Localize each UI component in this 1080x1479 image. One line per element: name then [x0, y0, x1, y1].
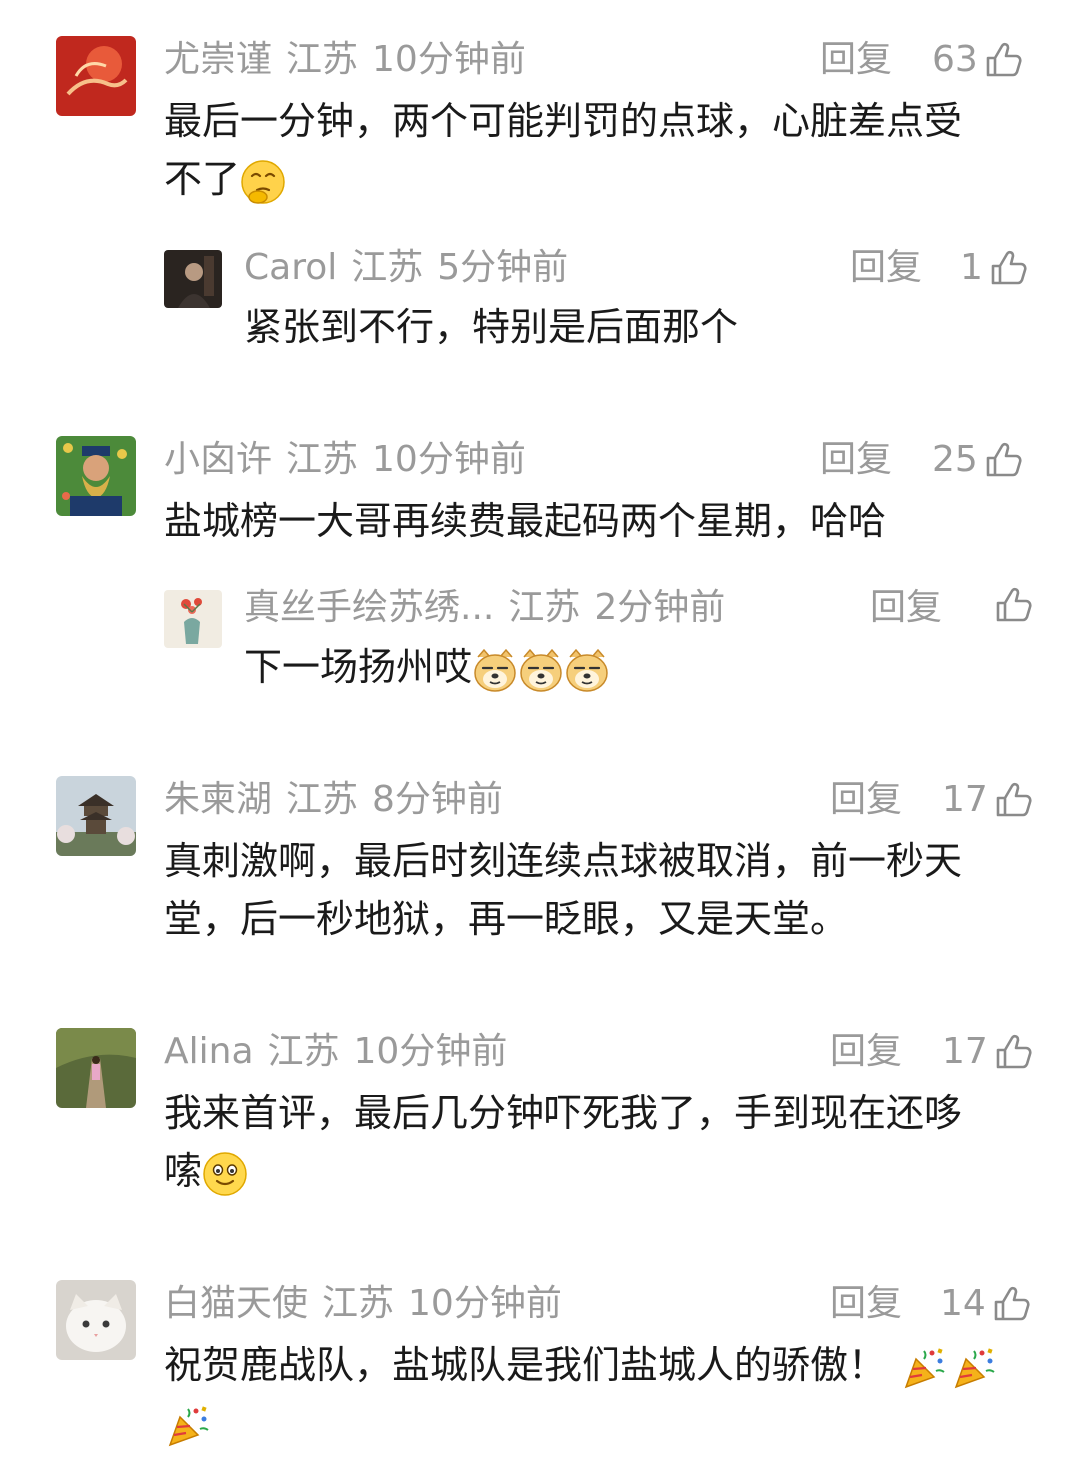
- avatar[interactable]: [56, 1028, 136, 1108]
- username[interactable]: 朱柬湖: [164, 779, 272, 820]
- timestamp: 8分钟前: [372, 779, 503, 820]
- username[interactable]: Carol: [244, 247, 337, 288]
- region: 江苏: [267, 1031, 340, 1072]
- region: 江苏: [351, 247, 424, 288]
- reply-button[interactable]: 回复: [870, 586, 942, 630]
- avatar[interactable]: [56, 36, 136, 116]
- like-button[interactable]: 17: [942, 1030, 1032, 1074]
- thumbs-up-icon: [994, 1033, 1032, 1071]
- region: 江苏: [286, 439, 359, 480]
- reply-button[interactable]: 回复: [830, 778, 902, 822]
- comment-meta: 尤崇谨 江苏 10分钟前: [164, 38, 540, 82]
- thinking-emoji-icon: [240, 159, 286, 205]
- like-count: 1: [960, 247, 983, 288]
- comment-text: 紧张到不行，特别是后面那个: [244, 305, 739, 349]
- comment-text: 真刺激啊，最后时刻连续点球被取消，前一秒天 堂，后一秒地狱，再一眨眼，又是天堂。: [164, 839, 963, 941]
- doge-emoji-icon: [564, 647, 610, 693]
- comment-text: 祝贺鹿战队，盐城队是我们盐城人的骄傲！: [164, 1336, 996, 1452]
- comment-meta: 真丝手绘苏绣... 江苏 2分钟前: [244, 586, 739, 630]
- username[interactable]: 真丝手绘苏绣...: [244, 587, 494, 628]
- reply-button[interactable]: 回复: [850, 246, 922, 290]
- comment-meta: 朱柬湖 江苏 8分钟前: [164, 778, 517, 822]
- timestamp: 10分钟前: [353, 1031, 508, 1072]
- comment-text: 我来首评，最后几分钟吓死我了，手到现在还哆 嗦: [164, 1084, 962, 1200]
- username[interactable]: 小囟许: [164, 439, 272, 480]
- region: 江苏: [286, 39, 359, 80]
- region: 江苏: [508, 587, 581, 628]
- like-button[interactable]: 14: [940, 1282, 1030, 1326]
- like-button[interactable]: 25: [932, 438, 1022, 482]
- like-count: 17: [942, 779, 988, 820]
- avatar[interactable]: [56, 776, 136, 856]
- reply-button[interactable]: 回复: [830, 1282, 902, 1326]
- like-count: 14: [940, 1283, 986, 1324]
- like-button[interactable]: 17: [942, 778, 1032, 822]
- comment-text: 盐城榜一大哥再续费最起码两个星期，哈哈: [164, 499, 887, 543]
- timestamp: 10分钟前: [372, 439, 526, 480]
- comment-meta: 白猫天使 江苏 10分钟前: [164, 1282, 576, 1326]
- like-button[interactable]: [988, 586, 1032, 624]
- reply-button[interactable]: 回复: [820, 438, 892, 482]
- timestamp: 2分钟前: [594, 587, 726, 628]
- comment-text: 下一场扬州哎: [244, 638, 610, 696]
- party-popper-icon: [164, 1403, 210, 1449]
- timestamp: 10分钟前: [372, 39, 526, 80]
- username[interactable]: Alina: [164, 1031, 254, 1072]
- username[interactable]: 白猫天使: [164, 1283, 308, 1324]
- comment-meta: Carol 江苏 5分钟前: [244, 246, 582, 290]
- comment-text: 最后一分钟，两个可能判罚的点球，心脏差点受 不了: [164, 92, 962, 208]
- doge-emoji-icon: [472, 647, 518, 693]
- like-button[interactable]: 1: [960, 246, 1027, 290]
- thumbs-up-icon: [984, 41, 1022, 79]
- timestamp: 5分钟前: [437, 247, 569, 288]
- reply-button[interactable]: 回复: [820, 38, 892, 82]
- thumbs-up-icon: [994, 781, 1032, 819]
- avatar[interactable]: [164, 590, 222, 648]
- thumbs-up-icon: [989, 249, 1027, 287]
- doge-emoji-icon: [518, 647, 564, 693]
- avatar[interactable]: [56, 1280, 136, 1360]
- party-popper-icon: [900, 1345, 946, 1391]
- comment-meta: 小囟许 江苏 10分钟前: [164, 438, 540, 482]
- avatar[interactable]: [56, 436, 136, 516]
- like-count: 25: [932, 439, 978, 480]
- party-popper-icon: [950, 1345, 996, 1391]
- thumbs-up-icon: [984, 441, 1022, 479]
- reply-button[interactable]: 回复: [830, 1030, 902, 1074]
- timestamp: 10分钟前: [408, 1283, 562, 1324]
- avatar[interactable]: [164, 250, 222, 308]
- thumbs-up-icon: [992, 1285, 1030, 1323]
- region: 江苏: [286, 779, 359, 820]
- smile-emoji-icon: [202, 1151, 248, 1197]
- username[interactable]: 尤崇谨: [164, 39, 272, 80]
- like-button[interactable]: 63: [932, 38, 1022, 82]
- like-count: 63: [932, 39, 978, 80]
- like-count: 17: [942, 1031, 988, 1072]
- region: 江苏: [322, 1283, 395, 1324]
- comment-meta: Alina 江苏 10分钟前: [164, 1030, 521, 1074]
- thumbs-up-icon: [994, 586, 1032, 624]
